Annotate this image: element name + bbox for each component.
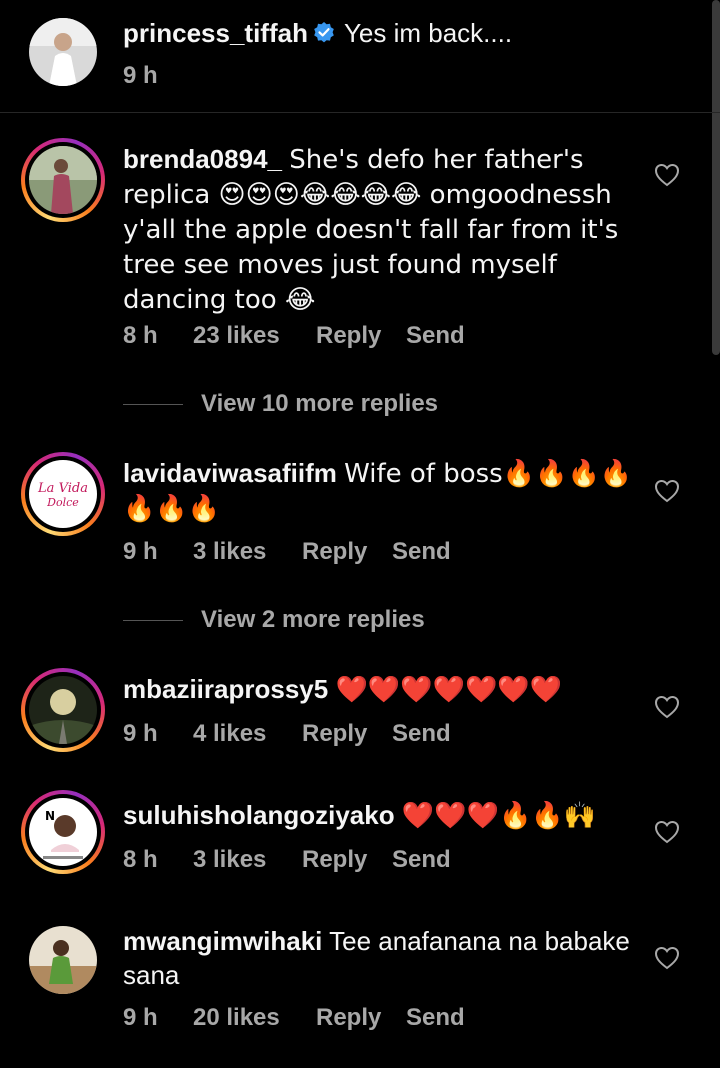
comment-text: lavidaviwasafiifm Wife of boss🔥🔥🔥🔥🔥🔥🔥 [123, 456, 643, 526]
view-more-replies-label[interactable]: View 2 more replies [201, 606, 425, 634]
comment-time: 8 h [123, 846, 158, 873]
comment-username[interactable]: mwangimwihaki [123, 926, 322, 956]
reply-button[interactable]: Reply [302, 538, 367, 566]
comment-text: mbaziiraprossy5 ❤️❤️❤️❤️❤️❤️❤️ [123, 672, 643, 707]
svg-text:La Vida: La Vida [37, 481, 88, 496]
comment-body: ❤️❤️❤️❤️❤️❤️❤️ [335, 675, 563, 705]
comment-username[interactable]: mbaziiraprossy5 [123, 674, 328, 704]
avatar[interactable] [29, 676, 97, 744]
comment-username[interactable]: lavidaviwasafiifm [123, 458, 337, 488]
story-ring[interactable] [21, 668, 105, 752]
heart-outline-icon[interactable] [654, 695, 680, 719]
story-ring[interactable] [21, 138, 105, 222]
reply-button[interactable]: Reply [316, 1004, 381, 1032]
send-button[interactable]: Send [392, 720, 451, 748]
send-button[interactable]: Send [392, 538, 451, 566]
svg-text:N: N [45, 809, 55, 823]
comment-time: 9 h [123, 720, 158, 747]
reply-button[interactable]: Reply [302, 720, 367, 748]
heart-outline-icon[interactable] [654, 479, 680, 503]
divider [123, 620, 183, 621]
likes-count[interactable]: 3 likes [193, 846, 266, 874]
avatar[interactable] [29, 926, 97, 994]
send-button[interactable]: Send [392, 846, 451, 874]
comment-username[interactable]: suluhisholangoziyako [123, 800, 395, 830]
divider [123, 404, 183, 405]
comment-text: suluhisholangoziyako ❤️❤️❤️🔥🔥🙌 [123, 798, 643, 833]
comment-username[interactable]: brenda0894_ [123, 144, 282, 174]
story-ring[interactable]: N [21, 790, 105, 874]
avatar[interactable] [29, 18, 97, 86]
avatar[interactable]: N [29, 798, 97, 866]
send-button[interactable]: Send [406, 322, 465, 350]
verified-badge-icon [312, 19, 336, 53]
send-button[interactable]: Send [406, 1004, 465, 1032]
likes-count[interactable]: 20 likes [193, 1004, 280, 1032]
avatar[interactable]: La Vida Dolce [29, 460, 97, 528]
comment-text: brenda0894_ She's defo her father's repl… [123, 142, 643, 317]
comment-time: 9 h [123, 1004, 158, 1031]
heart-outline-icon[interactable] [654, 163, 680, 187]
heart-outline-icon[interactable] [654, 820, 680, 844]
avatar[interactable] [29, 146, 97, 214]
reply-button[interactable]: Reply [316, 322, 381, 350]
svg-text:Dolce: Dolce [46, 496, 79, 509]
reply-button[interactable]: Reply [302, 846, 367, 874]
caption-time: 9 h [123, 62, 158, 89]
post-caption: princess_tiffah Yes im back.... 9 h [0, 0, 720, 113]
caption-username[interactable]: princess_tiffah [123, 18, 308, 48]
likes-count[interactable]: 4 likes [193, 720, 266, 748]
comment-time: 9 h [123, 538, 158, 565]
heart-outline-icon[interactable] [654, 946, 680, 970]
view-more-replies-label[interactable]: View 10 more replies [201, 390, 438, 418]
caption-text: princess_tiffah Yes im back.... [123, 16, 643, 53]
story-ring[interactable]: La Vida Dolce [21, 452, 105, 536]
likes-count[interactable]: 23 likes [193, 322, 280, 350]
likes-count[interactable]: 3 likes [193, 538, 266, 566]
caption-body: Yes im back.... [343, 18, 513, 48]
comment-time: 8 h [123, 322, 158, 349]
comment-text: mwangimwihaki Tee anafanana na babake sa… [123, 924, 643, 992]
comment-body: ❤️❤️❤️🔥🔥🙌 [401, 801, 597, 831]
